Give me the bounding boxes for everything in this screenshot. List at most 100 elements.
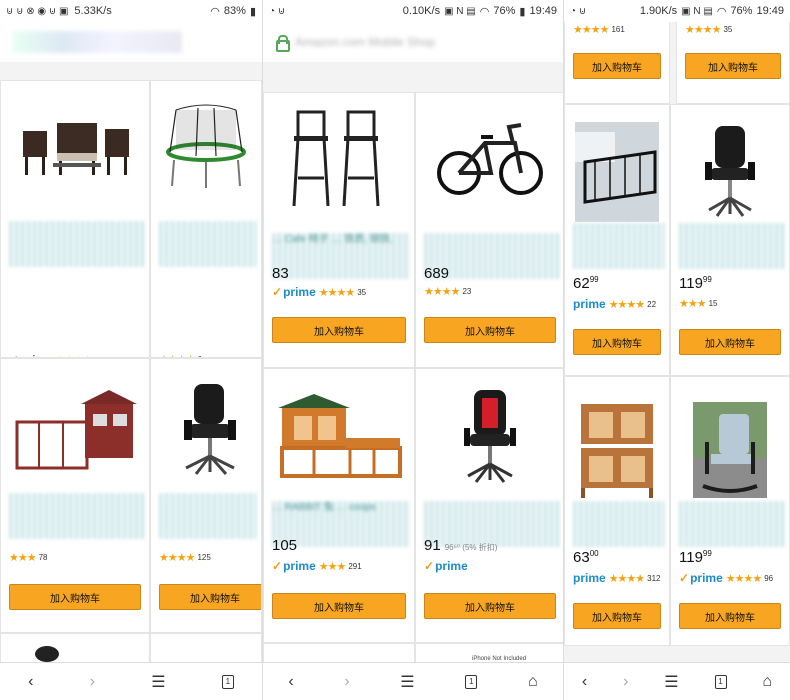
product-title-blurred[interactable] (9, 221, 145, 267)
product-image-gaming-chair[interactable] (416, 381, 563, 491)
product-tile[interactable]: ★★★★ 161 加入购物车 (564, 14, 670, 104)
forward-icon[interactable]: › (344, 673, 349, 691)
forward-icon[interactable]: › (623, 673, 628, 691)
clock: 19:49 (529, 5, 557, 17)
product-tile[interactable]: ★★★★ 35 加入购物车 (676, 14, 790, 104)
product-title-blurred[interactable] (159, 221, 257, 267)
product-image-rabbit-hutch[interactable] (264, 381, 414, 491)
product-image-executive-chair[interactable] (671, 117, 789, 227)
product-image-cargo-carrier[interactable] (565, 117, 669, 227)
forward-icon[interactable]: › (90, 673, 95, 691)
browser-bottom-bar: ‹ › ☰ 1 ⌂ (263, 662, 563, 700)
product-image-trampoline[interactable] (151, 91, 261, 201)
product-image-rocking-chair[interactable] (671, 395, 789, 505)
url-text[interactable]: Amazon.com Mobile Shop (295, 35, 435, 49)
product-tile[interactable]: … Cafe 椅子 … 铁质, 钢铁, 83 ✓prime ★★★★ 35 加入… (263, 92, 415, 368)
product-title-blurred[interactable] (9, 493, 145, 539)
url-bar[interactable]: Amazon.com Mobile Shop (263, 22, 563, 62)
product-tile[interactable]: 91 96⁶⁰ (5% 折扣) ✓prime 加入购物车 (415, 368, 563, 643)
product-image-chicken-coop[interactable] (1, 379, 149, 489)
product-price: 11999 (679, 549, 712, 566)
product-rating: ★★★ 78 (9, 551, 48, 564)
review-count[interactable]: 15 (709, 299, 718, 308)
product-tile[interactable]: 11999 ★★★ 15 加入购物车 (670, 104, 790, 376)
product-image-bicycle[interactable] (416, 103, 563, 213)
add-to-cart-button[interactable]: 加入购物车 (9, 584, 141, 610)
product-rating: ✓prime (424, 559, 468, 573)
add-to-cart-button[interactable]: 加入购物车 (424, 317, 556, 343)
wifi-icon: ◠ (716, 5, 727, 18)
product-rating: ✓prime ★★★★ 35 (272, 285, 366, 299)
network-speed: 0.10K/s (402, 5, 441, 17)
add-to-cart-button[interactable]: 加入购物车 (272, 317, 406, 343)
review-count[interactable]: 35 (357, 288, 366, 297)
product-rating: ★★★★ 125 (159, 551, 211, 564)
tabs-icon[interactable]: 1 (221, 674, 234, 689)
panel-middle: ◔ ⊍ 0.10K/s ▣ N ▤ ◠ 76% ▮ 19:49 Amazon.c… (262, 0, 564, 700)
product-tile[interactable]: ★★★★ 6 加入购物车 (150, 80, 262, 358)
prime-badge: ✓prime (424, 559, 468, 573)
product-title-blurred[interactable] (573, 223, 665, 269)
home-icon[interactable]: ⌂ (528, 673, 538, 691)
product-title-blurred[interactable] (159, 493, 257, 539)
panel-right: ◔ ⊍ 1.90K/s ▣ N ▤ ◠ 76% 19:49 ★★★★ 161 加… (564, 0, 790, 700)
add-to-cart-button[interactable]: 加入购物车 (272, 593, 406, 619)
battery-level: 83% (223, 5, 246, 17)
menu-icon[interactable]: ☰ (400, 672, 414, 692)
star-rating: ★★★★ (608, 572, 645, 585)
battery-level: 76% (730, 5, 753, 17)
add-to-cart-button[interactable]: 加入购物车 (679, 329, 781, 355)
review-count[interactable]: 35 (723, 25, 732, 34)
tabs-icon[interactable]: 1 (465, 674, 478, 689)
product-title-blurred[interactable]: … Cafe 椅子 … 铁质, 钢铁, (272, 233, 410, 279)
battery-level: 76% (493, 5, 516, 17)
url-text-blurred (12, 31, 182, 53)
home-icon[interactable]: ⌂ (762, 673, 772, 691)
review-count[interactable]: 161 (611, 25, 624, 34)
product-image-office-chair[interactable] (151, 375, 261, 485)
product-image-double-hutch[interactable] (565, 395, 669, 505)
star-rating: ★★★★ (725, 572, 762, 585)
review-count[interactable]: 22 (647, 300, 656, 309)
product-image-bar-stools[interactable] (264, 103, 414, 213)
add-to-cart-button[interactable]: 加入购物车 (573, 53, 661, 79)
url-bar[interactable] (0, 22, 262, 62)
product-tile[interactable]: … RABBIT 兔 … coops 105 ✓prime ★★★ 291 加入… (263, 368, 415, 643)
notification-icons: ◔ ⊍ (570, 5, 587, 17)
product-tile[interactable]: 689 ★★★★ 23 加入购物车 (415, 92, 563, 368)
product-title-blurred[interactable] (679, 223, 785, 269)
add-to-cart-button[interactable]: 加入购物车 (685, 53, 781, 79)
product-price: 105 (272, 537, 298, 554)
prime-badge: prime (573, 297, 606, 311)
back-icon[interactable]: ‹ (582, 673, 587, 691)
product-tile[interactable]: 6299 prime ★★★★ 22 加入购物车 (564, 104, 670, 376)
product-title-blurred[interactable] (573, 501, 665, 547)
add-to-cart-button[interactable]: 加入购物车 (679, 603, 781, 629)
product-tile[interactable]: 6300 prime ★★★★ 312 加入购物车 (564, 376, 670, 646)
product-rating: prime ★★★★ 312 (573, 571, 661, 585)
back-icon[interactable]: ‹ (28, 673, 33, 691)
add-to-cart-button[interactable]: 加入购物车 (159, 584, 261, 610)
product-title-blurred[interactable] (679, 501, 785, 547)
review-count[interactable]: 96 (764, 574, 773, 583)
battery-icon: ▮ (249, 5, 256, 18)
add-to-cart-button[interactable]: 加入购物车 (424, 593, 556, 619)
tabs-icon[interactable]: 1 (714, 674, 727, 689)
add-to-cart-button[interactable]: 加入购物车 (573, 329, 661, 355)
menu-icon[interactable]: ☰ (151, 672, 165, 692)
list-price: 96⁶⁰ (5% 折扣) (444, 543, 498, 552)
review-count[interactable]: 23 (462, 287, 471, 296)
review-count[interactable]: 312 (647, 574, 660, 583)
product-tile[interactable]: 11999 ✓prime ★★★★ 96 加入购物车 (670, 376, 790, 646)
review-count[interactable]: 125 (197, 553, 210, 562)
review-count[interactable]: 78 (39, 553, 48, 562)
add-to-cart-button[interactable]: 加入购物车 (573, 603, 661, 629)
status-bar: ⊍ ⊍ ⊗ ◉ ⊍ ▣ 5.33K/s ◠ 83% ▮ (0, 0, 262, 22)
product-tile[interactable]: ★★★ 78 加入购物车 (0, 358, 150, 633)
review-count[interactable]: 291 (348, 562, 361, 571)
product-tile[interactable]: ✓prime ★★★★ 251 加入购物车 (0, 80, 150, 358)
menu-icon[interactable]: ☰ (664, 672, 678, 692)
back-icon[interactable]: ‹ (288, 673, 293, 691)
product-tile[interactable]: ★★★★ 125 加入购物车 (150, 358, 262, 633)
product-image-patio-furniture[interactable] (1, 91, 149, 201)
